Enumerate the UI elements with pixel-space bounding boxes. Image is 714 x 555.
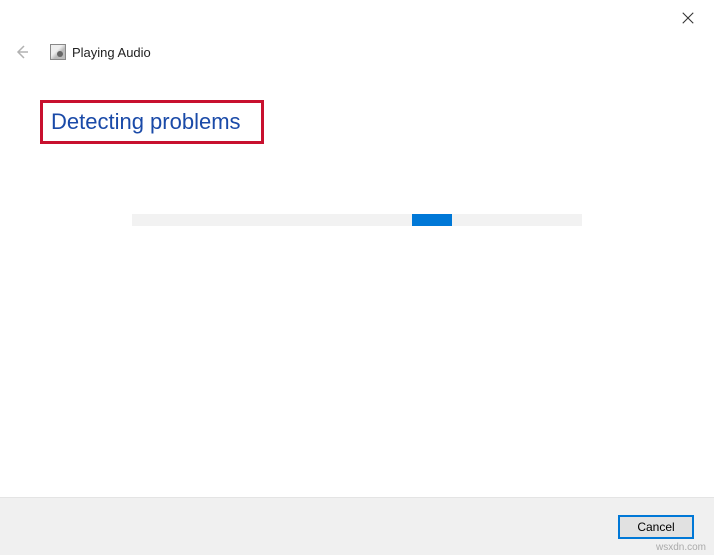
progress-indicator	[412, 214, 452, 226]
progress-bar	[132, 214, 582, 226]
cancel-button[interactable]: Cancel	[618, 515, 694, 539]
content-area: Detecting problems	[0, 64, 714, 226]
footer-bar: Cancel	[0, 497, 714, 555]
titlebar	[0, 0, 714, 40]
window-title: Playing Audio	[72, 45, 151, 60]
back-arrow-icon	[14, 44, 30, 60]
troubleshooter-icon	[50, 44, 66, 60]
detecting-heading: Detecting problems	[51, 109, 241, 135]
close-button[interactable]	[680, 10, 696, 26]
heading-highlight-box: Detecting problems	[40, 100, 264, 144]
header-row: Playing Audio	[0, 40, 714, 64]
title-wrap: Playing Audio	[50, 44, 151, 60]
close-icon	[681, 11, 695, 25]
back-button	[14, 44, 30, 60]
